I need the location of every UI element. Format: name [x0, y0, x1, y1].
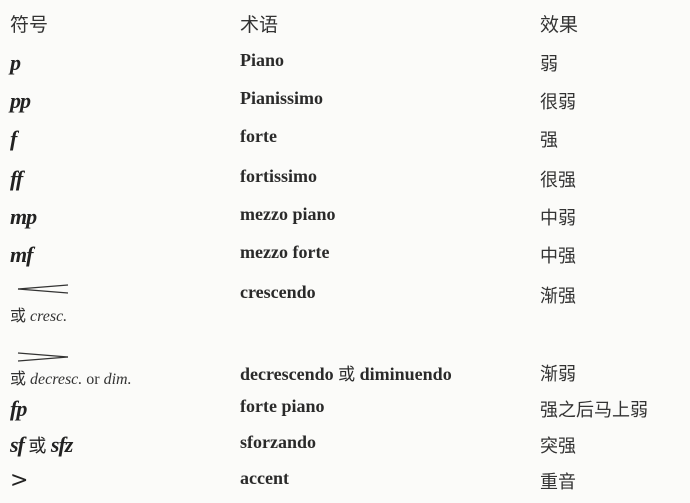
term-label: Piano: [240, 50, 285, 70]
header-symbol: 符号: [10, 14, 49, 36]
table-row: mp mezzo piano 中弱: [0, 204, 690, 234]
effect-label: 弱: [540, 54, 558, 75]
effect-label: 强之后马上弱: [540, 400, 648, 421]
effect-label: 强: [540, 130, 558, 151]
table-row: p Piano 弱: [0, 50, 690, 80]
header-term: 术语: [240, 14, 279, 36]
symbol-alternative: 或 cresc.: [10, 306, 68, 325]
term-label: forte: [240, 126, 277, 146]
dynamic-symbol: p: [10, 50, 21, 75]
symbol-alternative: 或 decresc. or dim.: [10, 369, 132, 388]
table-row: ff fortissimo 很强: [0, 166, 690, 196]
effect-label: 渐强: [540, 286, 576, 307]
dynamic-symbol: pp: [10, 88, 31, 113]
header-effect: 效果: [540, 14, 579, 36]
decrescendo-hairpin-icon: [17, 352, 69, 362]
term-label: Pianissimo: [240, 88, 324, 108]
effect-label: 突强: [540, 436, 576, 457]
crescendo-hairpin-icon: [17, 284, 69, 294]
table-row: fp forte piano 强之后马上弱: [0, 396, 690, 426]
dynamic-symbol: ff: [10, 166, 23, 191]
dynamic-symbol: sf 或 sfz: [10, 432, 73, 457]
effect-label: 中强: [540, 246, 576, 267]
term-label: decrescendo 或 diminuendo: [240, 364, 452, 385]
term-label: crescendo: [240, 282, 316, 302]
term-label: sforzando: [240, 432, 316, 452]
term-label: mezzo forte: [240, 242, 330, 262]
term-label: fortissimo: [240, 166, 317, 186]
table-row: f forte 强: [0, 126, 690, 156]
table-row: mf mezzo forte 中强: [0, 242, 690, 272]
effect-label: 中弱: [540, 208, 576, 229]
term-label: mezzo piano: [240, 204, 336, 224]
table-row: sf 或 sfz sforzando 突强: [0, 432, 690, 462]
table-row: 或 decresc. or dim. decrescendo 或 diminue…: [0, 350, 690, 390]
effect-label: 很弱: [540, 92, 576, 113]
effect-label: 重音: [540, 472, 576, 493]
dynamic-symbol: f: [10, 126, 17, 151]
effect-label: 很强: [540, 170, 576, 191]
table-row: 或 cresc. crescendo 渐强: [0, 282, 690, 332]
dynamic-symbol: fp: [10, 396, 27, 421]
effect-label: 渐弱: [540, 364, 576, 385]
table-row: pp Pianissimo 很弱: [0, 88, 690, 118]
table-row: > accent 重音: [0, 468, 690, 498]
term-label: forte piano: [240, 396, 325, 416]
accent-symbol: >: [10, 468, 28, 493]
dynamic-symbol: mp: [10, 204, 37, 229]
dynamic-symbol: mf: [10, 242, 33, 267]
term-label: accent: [240, 468, 289, 488]
